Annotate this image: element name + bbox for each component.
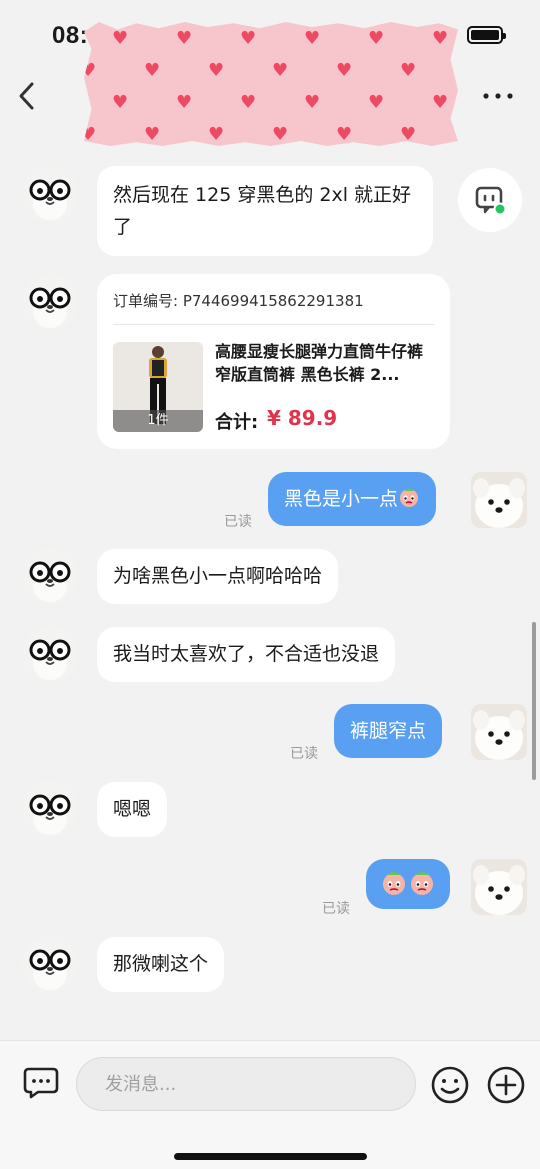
robot-icon xyxy=(475,186,507,216)
message-bubble-incoming[interactable]: 那微喇这个 xyxy=(97,937,225,992)
white-dog-avatar-icon xyxy=(471,704,527,760)
crying-sticker-icon xyxy=(383,872,433,895)
heart-icon: ♥ xyxy=(368,92,385,113)
order-total-price: ¥ 89.9 xyxy=(267,406,338,430)
home-indicator[interactable] xyxy=(174,1153,367,1160)
product-thumbnail[interactable]: 1件 xyxy=(113,342,203,432)
heart-icon: ♥ xyxy=(400,124,417,145)
glasses-avatar-icon xyxy=(22,626,78,682)
input-bar xyxy=(0,1040,540,1169)
plus-circle-icon xyxy=(487,1066,525,1104)
message-input[interactable] xyxy=(76,1057,416,1111)
heart-icon: ♥ xyxy=(112,28,129,49)
heart-icon: ♥ xyxy=(176,92,193,113)
contact-avatar[interactable] xyxy=(22,548,78,604)
message-bubble-incoming[interactable]: 嗯嗯 xyxy=(97,782,168,837)
read-receipt: 已读 xyxy=(290,746,318,762)
glasses-avatar-icon xyxy=(22,781,78,837)
heart-icon: ♥ xyxy=(208,60,225,81)
heart-icon: ♥ xyxy=(432,92,449,113)
white-dog-avatar-icon xyxy=(471,472,527,528)
order-number: 订单编号: P744699415862291381 xyxy=(113,292,364,310)
glasses-avatar-icon xyxy=(22,166,78,222)
heart-icon: ♥ xyxy=(336,60,353,81)
order-card[interactable]: 订单编号: P744699415862291381 1件 高腰显瘦长腿弹力直筒牛… xyxy=(97,274,450,449)
heart-icon: ♥ xyxy=(208,124,225,145)
heart-icon: ♥ xyxy=(112,92,129,113)
white-dog-avatar-icon xyxy=(471,859,527,915)
more-button[interactable] xyxy=(480,84,516,108)
contact-avatar[interactable] xyxy=(22,781,78,837)
read-receipt: 已读 xyxy=(224,514,252,530)
message-bubble-outgoing[interactable]: 裤腿窄点 xyxy=(334,704,443,758)
heart-icon: ♥ xyxy=(240,28,257,49)
message-bubble-incoming[interactable]: 为啥黑色小一点啊哈哈哈 xyxy=(97,549,339,604)
message-bubble-outgoing[interactable]: 黑色是小一点 xyxy=(268,472,437,526)
heart-icon: ♥ xyxy=(272,60,289,81)
chevron-left-icon xyxy=(19,82,34,110)
heart-icon: ♥ xyxy=(240,92,257,113)
smiley-icon xyxy=(431,1066,469,1104)
glasses-avatar-icon xyxy=(22,274,78,330)
message-bubble-outgoing[interactable] xyxy=(366,859,450,909)
status-time: 08: xyxy=(52,22,89,49)
assistant-bot-button[interactable] xyxy=(458,168,522,232)
heart-icon: ♥ xyxy=(176,28,193,49)
censor-sticker: ♥♥♥♥♥♥♥♥♥♥♥♥♥♥♥♥♥♥♥♥♥♥♥♥♥♥ xyxy=(84,22,458,146)
heart-icon: ♥ xyxy=(400,60,417,81)
glasses-avatar-icon xyxy=(22,936,78,992)
chat-bubble-icon xyxy=(23,1067,59,1099)
glasses-avatar-icon xyxy=(22,548,78,604)
heart-icon: ♥ xyxy=(144,60,161,81)
heart-icon: ♥ xyxy=(336,124,353,145)
heart-icon: ♥ xyxy=(144,124,161,145)
product-title: 高腰显瘦长腿弹力直筒牛仔裤窄版直筒裤 黑色长裤 2... xyxy=(215,342,424,384)
divider xyxy=(113,324,434,325)
read-receipt: 已读 xyxy=(322,901,350,917)
quick-reply-button[interactable] xyxy=(22,1065,60,1101)
add-attachment-button[interactable] xyxy=(486,1065,526,1105)
crying-sticker-icon xyxy=(398,486,420,508)
message-bubble-incoming[interactable]: 然后现在 125 穿黑色的 2xl 就正好了 xyxy=(97,166,433,256)
heart-icon: ♥ xyxy=(272,124,289,145)
product-quantity: 1件 xyxy=(113,410,203,432)
contact-avatar[interactable] xyxy=(22,626,78,682)
more-dots-icon xyxy=(483,93,513,99)
message-text: 黑色是小一点 xyxy=(284,488,399,510)
battery-icon xyxy=(467,26,506,44)
message-bubble-incoming[interactable]: 我当时太喜欢了，不合适也没退 xyxy=(97,627,396,682)
total-label: 合计: xyxy=(215,412,259,433)
contact-avatar[interactable] xyxy=(22,274,78,330)
heart-icon: ♥ xyxy=(304,92,321,113)
my-avatar[interactable] xyxy=(471,859,527,915)
my-avatar[interactable] xyxy=(471,472,527,528)
heart-icon: ♥ xyxy=(304,28,321,49)
back-button[interactable] xyxy=(12,78,44,114)
contact-avatar[interactable] xyxy=(22,936,78,992)
heart-icon: ♥ xyxy=(432,28,449,49)
emoji-button[interactable] xyxy=(430,1065,470,1105)
my-avatar[interactable] xyxy=(471,704,527,760)
scrollbar[interactable] xyxy=(532,622,536,780)
contact-avatar[interactable] xyxy=(22,166,78,222)
heart-icon: ♥ xyxy=(368,28,385,49)
